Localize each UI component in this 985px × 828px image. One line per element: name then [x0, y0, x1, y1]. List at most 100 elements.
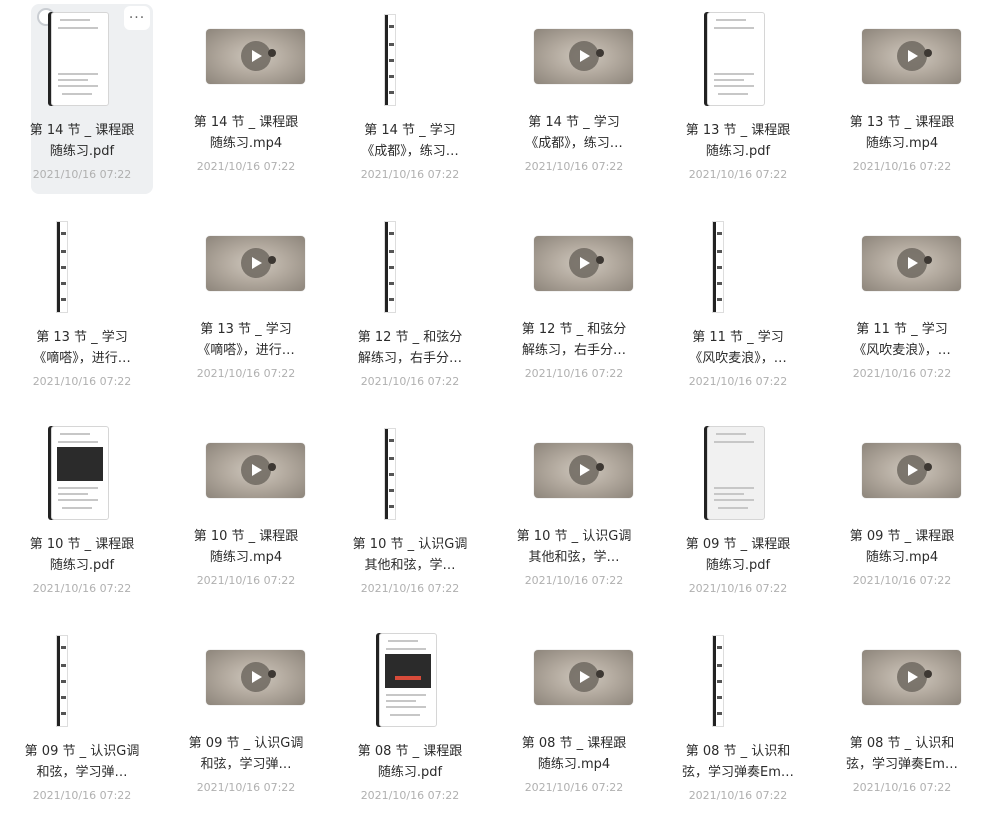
file-name: 第 11 节 _ 学习《风吹麦浪》，…	[853, 322, 951, 358]
file-tile[interactable]: 第 09 节 _ 认识G调和弦，学习弹… 2021/10/16 07:22	[164, 621, 328, 828]
file-tile[interactable]: 第 11 节 _ 学习《风吹麦浪》，… 2021/10/16 07:22	[656, 207, 820, 414]
file-tile[interactable]: 第 13 节 _ 学习《嘀嗒》，进行… 2021/10/16 07:22	[164, 207, 328, 414]
pdf-thumbnail	[712, 635, 724, 727]
thumb-mark	[389, 250, 394, 253]
thumb-line	[716, 19, 746, 21]
file-date: 2021/10/16 07:22	[196, 574, 296, 587]
thumb-line	[58, 85, 98, 87]
pdf-thumbnail	[712, 221, 724, 313]
play-icon	[569, 248, 599, 278]
pdf-thumbnail	[707, 426, 765, 520]
thumbnail	[164, 424, 328, 524]
thumb-mark	[389, 266, 394, 269]
video-thumbnail	[206, 650, 305, 705]
thumb-banner	[57, 447, 103, 481]
thumbnail	[820, 10, 984, 110]
file-tile[interactable]: 第 09 节 _ 课程跟随练习.pdf 2021/10/16 07:22	[656, 414, 820, 621]
thumb-mark	[61, 680, 66, 683]
file-name: 第 09 节 _ 认识G调和弦，学习弹…	[188, 736, 304, 772]
pdf-thumbnail	[707, 12, 765, 106]
thumb-mark	[717, 298, 722, 301]
pdf-thumbnail	[51, 426, 109, 520]
file-name: 第 08 节 _ 认识和弦，学习弹奏Em…	[846, 736, 958, 772]
pdf-thumbnail	[384, 221, 396, 313]
thumb-line	[58, 487, 98, 489]
watermark-icon	[596, 670, 604, 678]
file-tile[interactable]: 第 10 节 _ 课程跟随练习.pdf 2021/10/16 07:22	[0, 414, 164, 621]
thumb-mark	[61, 250, 66, 253]
file-name: 第 13 节 _ 学习《嘀嗒》，进行…	[33, 330, 131, 366]
file-name: 第 10 节 _ 认识G调其他和弦，学…	[352, 537, 468, 573]
file-tile[interactable]: 第 11 节 _ 学习《风吹麦浪》，… 2021/10/16 07:22	[820, 207, 984, 414]
file-tile[interactable]: 第 13 节 _ 学习《嘀嗒》，进行… 2021/10/16 07:22	[0, 207, 164, 414]
file-name: 第 12 节 _ 和弦分解练习，右手分…	[521, 322, 627, 358]
thumb-mark	[717, 266, 722, 269]
thumb-mark	[389, 457, 394, 460]
thumbnail	[328, 217, 492, 317]
thumbnail	[0, 217, 164, 317]
thumb-line	[714, 499, 754, 501]
thumb-line	[58, 73, 98, 75]
file-date: 2021/10/16 07:22	[852, 574, 952, 587]
file-name: 第 14 节 _ 课程跟随练习.mp4	[193, 115, 299, 151]
file-tile[interactable]: ··· 第 14 节 _ 课程跟随练习.pdf 2021/10/16 07:22	[0, 0, 164, 207]
file-tile[interactable]: 第 14 节 _ 课程跟随练习.mp4 2021/10/16 07:22	[164, 0, 328, 207]
thumb-mark	[389, 473, 394, 476]
file-date: 2021/10/16 07:22	[524, 781, 624, 794]
play-icon	[897, 41, 927, 71]
thumb-line	[60, 19, 90, 21]
thumb-line	[714, 73, 754, 75]
pdf-thumbnail	[384, 428, 396, 520]
thumb-line	[58, 441, 98, 443]
file-name: 第 14 节 _ 学习《成都》，练习…	[525, 115, 623, 151]
file-tile[interactable]: 第 09 节 _ 课程跟随练习.mp4 2021/10/16 07:22	[820, 414, 984, 621]
thumb-line	[58, 493, 88, 495]
file-tile[interactable]: 第 08 节 _ 课程跟随练习.mp4 2021/10/16 07:22	[492, 621, 656, 828]
thumb-mark	[61, 646, 66, 649]
file-tile[interactable]: 第 10 节 _ 认识G调其他和弦，学… 2021/10/16 07:22	[328, 414, 492, 621]
file-name: 第 13 节 _ 课程跟随练习.pdf	[685, 123, 791, 159]
thumbnail	[492, 10, 656, 110]
thumb-mark	[717, 664, 722, 667]
thumb-mark	[717, 680, 722, 683]
file-name: 第 10 节 _ 认识G调其他和弦，学…	[516, 529, 632, 565]
file-date: 2021/10/16 07:22	[360, 168, 460, 181]
file-tile[interactable]: 第 10 节 _ 课程跟随练习.mp4 2021/10/16 07:22	[164, 414, 328, 621]
file-tile[interactable]: 第 14 节 _ 学习《成都》，练习… 2021/10/16 07:22	[492, 0, 656, 207]
thumb-line	[386, 700, 416, 702]
file-tile[interactable]: 第 12 节 _ 和弦分解练习，右手分… 2021/10/16 07:22	[492, 207, 656, 414]
watermark-icon	[924, 256, 932, 264]
file-date: 2021/10/16 07:22	[688, 582, 788, 595]
file-tile[interactable]: 第 08 节 _ 认识和弦，学习弹奏Em… 2021/10/16 07:22	[820, 621, 984, 828]
file-date: 2021/10/16 07:22	[852, 160, 952, 173]
file-tile[interactable]: 第 14 节 _ 学习《成都》，练习… 2021/10/16 07:22	[328, 0, 492, 207]
file-date: 2021/10/16 07:22	[852, 781, 952, 794]
thumb-line	[58, 27, 98, 29]
file-name: 第 10 节 _ 课程跟随练习.mp4	[193, 529, 299, 565]
file-tile[interactable]: 第 08 节 _ 课程跟随练习.pdf 2021/10/16 07:22	[328, 621, 492, 828]
file-tile[interactable]: 第 13 节 _ 课程跟随练习.mp4 2021/10/16 07:22	[820, 0, 984, 207]
file-tile[interactable]: 第 12 节 _ 和弦分解练习，右手分… 2021/10/16 07:22	[328, 207, 492, 414]
pdf-thumbnail	[56, 635, 68, 727]
video-thumbnail	[862, 443, 961, 498]
thumb-banner	[385, 654, 431, 688]
thumb-line	[716, 433, 746, 435]
file-tile[interactable]: 第 13 节 _ 课程跟随练习.pdf 2021/10/16 07:22	[656, 0, 820, 207]
thumbnail	[0, 631, 164, 731]
file-tile[interactable]: 第 08 节 _ 认识和弦，学习弹奏Em… 2021/10/16 07:22	[656, 621, 820, 828]
file-tile[interactable]: 第 10 节 _ 认识G调其他和弦，学… 2021/10/16 07:22	[492, 414, 656, 621]
thumb-line	[62, 507, 92, 509]
file-tile[interactable]: 第 09 节 _ 认识G调和弦，学习弹… 2021/10/16 07:22	[0, 621, 164, 828]
play-icon	[569, 455, 599, 485]
watermark-icon	[596, 49, 604, 57]
file-date: 2021/10/16 07:22	[196, 781, 296, 794]
file-date: 2021/10/16 07:22	[196, 160, 296, 173]
file-name: 第 09 节 _ 课程跟随练习.pdf	[685, 537, 791, 573]
file-name: 第 13 节 _ 学习《嘀嗒》，进行…	[197, 322, 295, 358]
thumb-line	[390, 714, 420, 716]
file-date: 2021/10/16 07:22	[32, 789, 132, 802]
file-name: 第 14 节 _ 学习《成都》，练习…	[361, 123, 459, 159]
thumb-line	[60, 433, 90, 435]
thumb-mark	[717, 282, 722, 285]
pdf-thumbnail	[379, 633, 437, 727]
